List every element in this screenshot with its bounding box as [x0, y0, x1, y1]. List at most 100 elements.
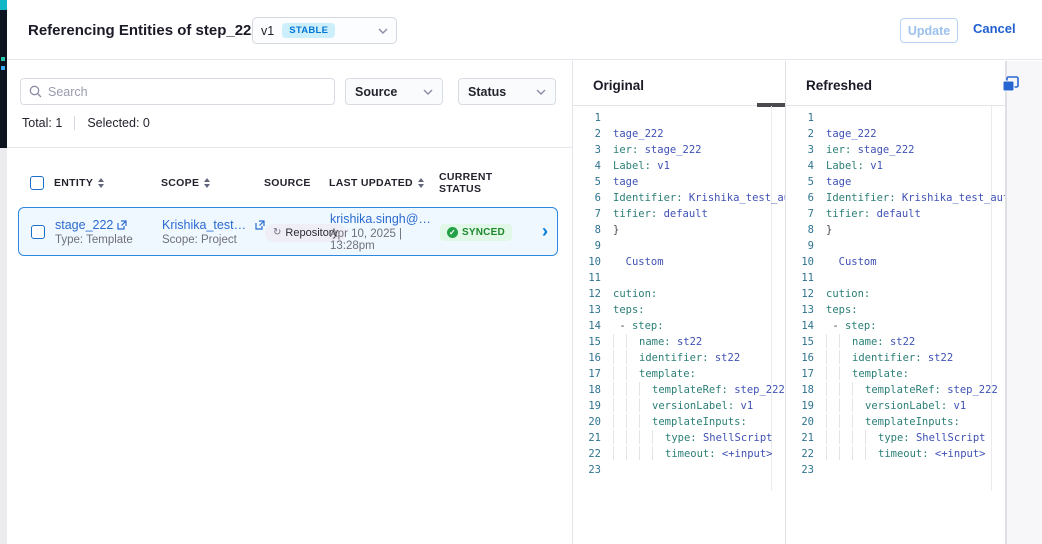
check-icon: ✓ — [447, 227, 458, 238]
code-token: template: — [852, 368, 909, 380]
cancel-button[interactable]: Cancel — [973, 21, 1016, 36]
code-line: 20templateInputs: — [786, 414, 1005, 430]
chevron-right-icon[interactable]: › — [542, 221, 548, 241]
column-header-current-status: CURRENT STATUS — [439, 171, 534, 195]
line-number: 14 — [786, 318, 814, 334]
code-token: identifier: — [852, 352, 928, 364]
line-number: 7 — [573, 206, 601, 222]
search-input[interactable] — [48, 85, 326, 99]
source-filter-dropdown[interactable]: Source — [345, 78, 443, 105]
line-number: 8 — [573, 222, 601, 238]
original-panel[interactable]: Original 12tage_2223ier: stage_2224Label… — [573, 61, 786, 544]
indent-guide — [826, 398, 839, 412]
version-select[interactable]: v1 STABLE — [252, 17, 397, 44]
totals-bar: Total: 1 Selected: 0 — [22, 116, 150, 130]
code-token: Label: — [826, 160, 870, 172]
code-line: 14 - step: — [786, 318, 1005, 334]
line-number: 20 — [573, 414, 601, 430]
line-number: 16 — [573, 350, 601, 366]
indent-guide — [652, 446, 665, 460]
sort-icon[interactable] — [204, 178, 210, 188]
code-line: 21type: ShellScript — [573, 430, 785, 446]
indent-guide — [826, 334, 839, 348]
code-token: st22 — [715, 352, 740, 364]
indent-guide — [613, 446, 626, 460]
status-filter-dropdown[interactable]: Status — [458, 78, 556, 105]
code-line: 17template: — [573, 366, 785, 382]
updated-by-link[interactable]: krishika.singh@harnes... — [330, 212, 440, 226]
code-line: 20 templateInputs: — [573, 414, 785, 430]
column-header-last-updated: LAST UPDATED — [329, 177, 439, 189]
indent-guide — [839, 398, 852, 412]
line-number: 8 — [786, 222, 814, 238]
scope-link[interactable]: Krishika_test_au... — [162, 218, 265, 232]
indent-guide — [613, 414, 626, 428]
code-line: 8} — [573, 222, 785, 238]
sort-icon[interactable] — [98, 178, 104, 188]
indent-guide — [852, 414, 865, 428]
code-token: } — [613, 224, 619, 236]
refreshed-code[interactable]: 12tage_2223ier: stage_2224Label: v15tage… — [786, 110, 1005, 478]
code-line: 18templateRef: step_222 — [786, 382, 1005, 398]
sidebar-icon-dot — [1, 66, 5, 70]
code-token: type: — [878, 432, 916, 444]
line-number: 6 — [573, 190, 601, 206]
line-number: 5 — [786, 174, 814, 190]
indent-guide — [626, 334, 639, 348]
divider — [7, 147, 573, 148]
line-number: 16 — [786, 350, 814, 366]
line-number: 11 — [573, 270, 601, 286]
code-line: 19versionLabel: v1 — [573, 398, 785, 414]
indent-guide — [852, 430, 865, 444]
line-number: 12 — [573, 286, 601, 302]
line-number: 17 — [786, 366, 814, 382]
dialog-header: Referencing Entities of step_222 v1 STAB… — [7, 0, 1042, 60]
line-number: 4 — [786, 158, 814, 174]
line-number: 10 — [573, 254, 601, 270]
indent-guide — [639, 446, 652, 460]
indent-guide — [613, 350, 626, 364]
code-token: templateInputs: — [865, 416, 960, 428]
code-token: templateInputs: — [652, 416, 747, 428]
indent-guide — [826, 414, 839, 428]
original-panel-title: Original — [593, 78, 644, 93]
select-all-checkbox[interactable] — [30, 176, 44, 190]
indent-guide — [626, 430, 639, 444]
entity-link[interactable]: stage_222 — [55, 218, 162, 232]
code-token: teps: — [613, 304, 645, 316]
copy-icon[interactable] — [1002, 75, 1022, 93]
indent-guide — [626, 382, 639, 396]
total-count: Total: 1 — [22, 116, 62, 130]
code-token: timeout: — [665, 448, 722, 460]
indent-guide — [626, 446, 639, 460]
code-line: 4Label: v1 — [786, 158, 1005, 174]
original-code[interactable]: 12tage_2223ier: stage_2224Label: v15tage… — [573, 110, 785, 478]
update-button[interactable]: Update — [900, 18, 958, 43]
entities-pane: Source Status Total: 1 Selected: 0 ENTIT… — [7, 61, 573, 544]
referencing-entities-dialog: Referencing Entities of step_222 v1 STAB… — [0, 0, 1042, 544]
row-checkbox[interactable] — [31, 225, 45, 239]
code-token: stage_222 — [858, 144, 915, 156]
indent-guide — [652, 430, 665, 444]
table-header: ENTITY SCOPE SOURCE LAST UPDATED CURRENT… — [18, 171, 562, 195]
code-token: step_222 — [947, 384, 998, 396]
indent-guide — [839, 414, 852, 428]
divider — [74, 116, 75, 130]
sidebar-icon-dot — [1, 57, 5, 61]
indent-guide — [639, 414, 652, 428]
indent-guide — [613, 382, 626, 396]
scope-sub: Scope: Project — [162, 234, 265, 246]
indent-guide — [826, 350, 839, 364]
code-line: 5tage — [573, 174, 785, 190]
code-token: name: — [852, 336, 890, 348]
indent-guide — [626, 350, 639, 364]
search-icon — [29, 85, 42, 98]
refreshed-panel[interactable]: Refreshed 12tage_2223ier: stage_2224Labe… — [786, 61, 1006, 544]
code-token: versionLabel: — [652, 400, 741, 412]
table-row[interactable]: stage_222 Type: Template Krishika_test_a… — [18, 207, 558, 256]
app-sidebar-sliver — [0, 0, 7, 544]
code-token: st22 — [890, 336, 915, 348]
code-token: Krishika_test_aut — [902, 192, 1006, 204]
sort-icon[interactable] — [418, 178, 424, 188]
line-number: 3 — [573, 142, 601, 158]
